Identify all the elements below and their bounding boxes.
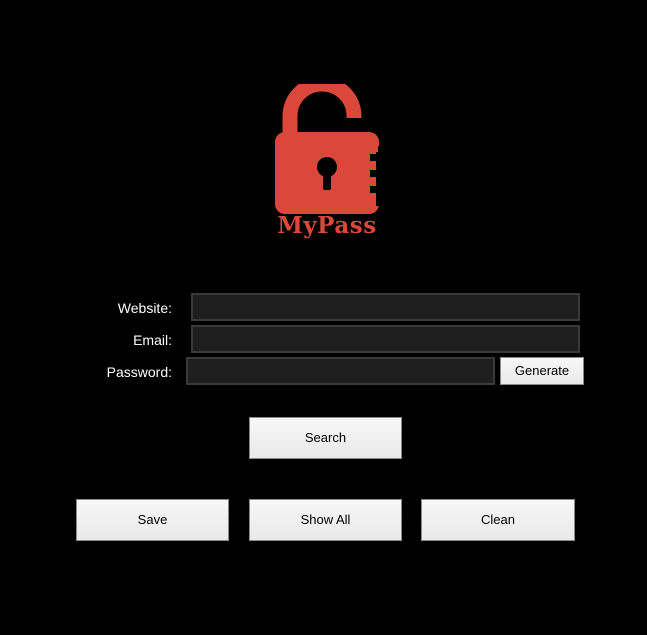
save-button-label: Save [137, 512, 168, 527]
email-input[interactable] [191, 325, 580, 353]
password-input[interactable] [186, 357, 495, 385]
clean-button-label: Clean [481, 512, 515, 527]
show-all-button-label: Show All [300, 512, 351, 527]
generate-button-label: Generate [514, 363, 570, 378]
save-button[interactable]: Save [76, 499, 229, 541]
search-button[interactable]: Search [249, 417, 402, 459]
search-button-label: Search [304, 430, 347, 445]
website-label: Website: [117, 300, 172, 316]
mypass-window: MyPass Website: Email: Password: Generat… [0, 0, 647, 635]
website-input[interactable] [191, 293, 580, 321]
brand-logo-text: MyPass [277, 212, 377, 239]
clean-button[interactable]: Clean [421, 499, 575, 541]
show-all-button[interactable]: Show All [249, 499, 402, 541]
email-label: Email: [133, 332, 172, 348]
password-label: Password: [106, 364, 172, 380]
generate-button[interactable]: Generate [500, 357, 584, 385]
